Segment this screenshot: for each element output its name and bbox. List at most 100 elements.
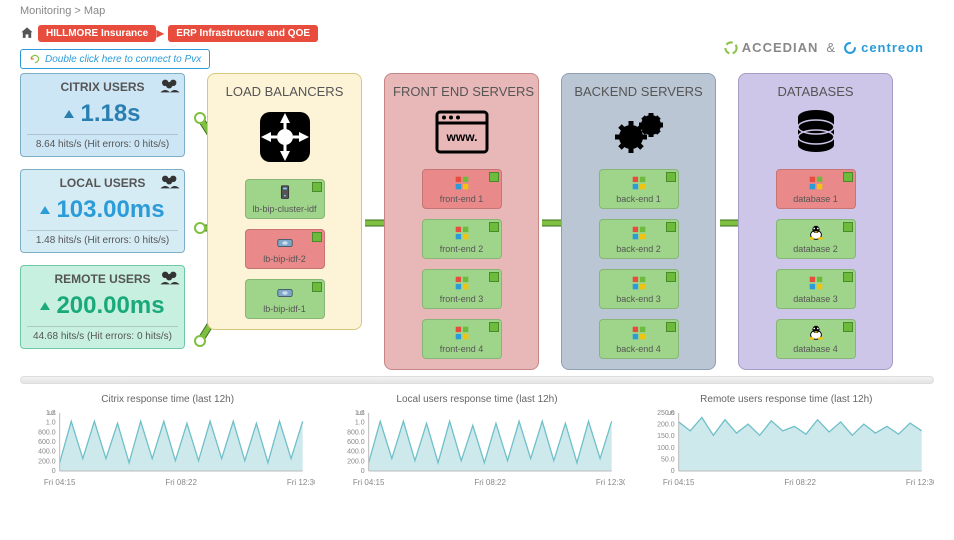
local-users-title: LOCAL USERS — [27, 176, 178, 190]
db-node-1[interactable]: database 2 — [776, 219, 856, 259]
lb-node-0[interactable]: lb-bip-cluster-idf — [245, 179, 325, 219]
node-label: database 3 — [793, 294, 838, 304]
svg-text:1.2: 1.2 — [355, 410, 365, 417]
status-indicator — [312, 282, 322, 292]
be-node-0[interactable]: back-end 1 — [599, 169, 679, 209]
svg-text:Fri 12:30: Fri 12:30 — [596, 478, 624, 487]
svg-text:Fri 08:22: Fri 08:22 — [784, 478, 816, 487]
svg-text:Fri 12:30: Fri 12:30 — [287, 478, 315, 487]
timeline-bar[interactable] — [20, 376, 934, 384]
users-icon — [160, 270, 180, 286]
chevron-right-icon: ▸ — [156, 23, 164, 43]
status-indicator — [666, 322, 676, 332]
connect-pvx-label: Double click here to connect to Pvx — [45, 54, 201, 65]
local-sub: 1.48 hits/s (Hit errors: 0 hits/s) — [27, 230, 178, 246]
svg-text:400.0: 400.0 — [347, 449, 365, 456]
svg-text:1.0: 1.0 — [46, 420, 56, 427]
node-label: back-end 2 — [616, 244, 661, 254]
local-users-card[interactable]: LOCAL USERS 103.00ms 1.48 hits/s (Hit er… — [20, 169, 185, 253]
chart-0[interactable]: Citrix response time (last 12h)us0200.04… — [20, 394, 315, 490]
node-label: database 2 — [793, 244, 838, 254]
be-node-3[interactable]: back-end 4 — [599, 319, 679, 359]
centreon-icon — [843, 41, 857, 55]
win-icon — [629, 224, 649, 242]
chart-1[interactable]: Local users response time (last 12h)us02… — [329, 394, 624, 490]
logo-accedian-text: ACCEDIAN — [742, 40, 819, 55]
remote-users-card[interactable]: REMOTE USERS 200.00ms 44.68 hits/s (Hit … — [20, 265, 185, 349]
databases-column: DATABASES database 1 database 2 database 3… — [738, 73, 893, 370]
fe-node-3[interactable]: front-end 4 — [422, 319, 502, 359]
node-label: front-end 1 — [440, 194, 484, 204]
svg-text:1.2: 1.2 — [46, 410, 56, 417]
svg-text:Fri 04:15: Fri 04:15 — [353, 478, 385, 487]
logo-centreon-text: centreon — [861, 40, 924, 55]
logo-centreon: centreon — [843, 40, 924, 55]
node-label: database 4 — [793, 344, 838, 354]
linux-icon — [806, 224, 826, 242]
breadcrumb-tag-company[interactable]: HILLMORE Insurance — [38, 25, 156, 42]
users-icon — [160, 78, 180, 94]
svg-text:600.0: 600.0 — [38, 439, 56, 446]
db-title: DATABASES — [747, 84, 884, 99]
accedian-icon — [724, 41, 738, 55]
svg-text:Fri 08:22: Fri 08:22 — [165, 478, 197, 487]
remote-metric-value: 200.00ms — [56, 292, 164, 320]
trend-up-icon — [40, 206, 50, 214]
lb-node-1[interactable]: lb-bip-idf-2 — [245, 229, 325, 269]
svg-text:Fri 08:22: Fri 08:22 — [475, 478, 507, 487]
fe-nodes: front-end 1 front-end 2 front-end 3 front-e… — [393, 169, 530, 359]
database-icon — [791, 107, 841, 157]
status-indicator — [312, 182, 322, 192]
win-icon — [452, 174, 472, 192]
win-icon — [452, 224, 472, 242]
node-label: back-end 3 — [616, 294, 661, 304]
vendor-logos: ACCEDIAN & centreon — [724, 40, 924, 55]
db-node-3[interactable]: database 4 — [776, 319, 856, 359]
breadcrumb-tag-map[interactable]: ERP Infrastructure and QOE — [168, 25, 318, 42]
linux-icon — [806, 324, 826, 342]
db-node-0[interactable]: database 1 — [776, 169, 856, 209]
status-indicator — [666, 272, 676, 282]
fe-title: FRONT END SERVERS — [393, 84, 530, 99]
chart-2[interactable]: Remote users response time (last 12h)us0… — [639, 394, 934, 490]
be-node-2[interactable]: back-end 3 — [599, 269, 679, 309]
status-indicator — [489, 172, 499, 182]
be-node-1[interactable]: back-end 2 — [599, 219, 679, 259]
svg-text:1.0: 1.0 — [355, 420, 365, 427]
citrix-metric-value: 1.18s — [80, 100, 140, 128]
fe-node-2[interactable]: front-end 3 — [422, 269, 502, 309]
svg-text:150.0: 150.0 — [657, 433, 675, 440]
lb-title: LOAD BALANCERS — [216, 84, 353, 99]
device-icon — [275, 234, 295, 252]
trend-up-icon — [64, 110, 74, 118]
svg-text:100.0: 100.0 — [657, 445, 675, 452]
node-label: database 1 — [793, 194, 838, 204]
load-balancers-column: LOAD BALANCERS lb-bip-cluster-idf lb-bip-… — [207, 73, 362, 330]
fe-node-0[interactable]: front-end 1 — [422, 169, 502, 209]
load-balancer-icon — [255, 107, 315, 167]
connect-pvx-hint[interactable]: Double click here to connect to Pvx — [20, 49, 210, 69]
citrix-users-card[interactable]: CITRIX USERS 1.18s 8.64 hits/s (Hit erro… — [20, 73, 185, 157]
lb-node-2[interactable]: lb-bip-idf-1 — [245, 279, 325, 319]
status-indicator — [843, 322, 853, 332]
browser-icon: www. — [432, 107, 492, 157]
fe-node-1[interactable]: front-end 2 — [422, 219, 502, 259]
svg-text:250.0: 250.0 — [657, 410, 675, 417]
node-label: lb-bip-cluster-idf — [252, 204, 316, 214]
home-icon[interactable] — [20, 26, 34, 40]
breadcrumb-path: Monitoring > Map — [20, 5, 934, 17]
node-label: lb-bip-idf-2 — [263, 254, 306, 264]
chart-title: Citrix response time (last 12h) — [20, 394, 315, 405]
node-label: back-end 4 — [616, 344, 661, 354]
db-node-2[interactable]: database 3 — [776, 269, 856, 309]
node-label: back-end 1 — [616, 194, 661, 204]
local-metric: 103.00ms — [27, 190, 178, 230]
svg-text:800.0: 800.0 — [38, 429, 56, 436]
svg-text:Fri 12:30: Fri 12:30 — [906, 478, 934, 487]
status-indicator — [312, 232, 322, 242]
win-icon — [452, 324, 472, 342]
be-nodes: back-end 1 back-end 2 back-end 3 back-end 4 — [570, 169, 707, 359]
svg-text:800.0: 800.0 — [347, 429, 365, 436]
citrix-sub: 8.64 hits/s (Hit errors: 0 hits/s) — [27, 134, 178, 150]
users-icon — [160, 174, 180, 190]
